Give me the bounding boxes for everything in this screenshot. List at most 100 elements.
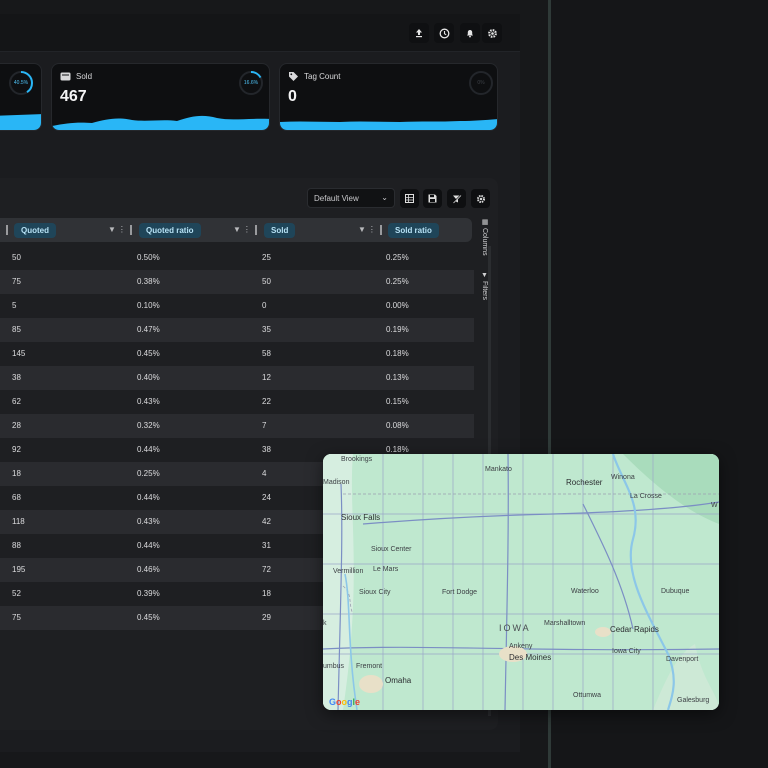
- table-cell: 0.45%: [137, 349, 160, 358]
- table-cell: 0.39%: [137, 589, 160, 598]
- table-cell: 118: [12, 517, 25, 526]
- table-cell: 92: [12, 445, 21, 454]
- table-cell: 0.44%: [137, 541, 160, 550]
- map-popup[interactable]: Brookings Mankato Madison Rochester Wino…: [323, 454, 719, 710]
- table-row[interactable]: 50 0.50% 25 0.25%: [0, 246, 474, 270]
- columns-tab-label: Columns: [481, 227, 488, 256]
- column-menu-icon[interactable]: ▼⋮: [108, 225, 128, 234]
- table-cell: 0.43%: [137, 397, 160, 406]
- table-row[interactable]: 38 0.40% 12 0.13%: [0, 366, 474, 390]
- top-bar: [0, 14, 520, 52]
- column-menu-icon[interactable]: ▼⋮: [358, 225, 378, 234]
- filters-tab-label: Filters: [481, 280, 488, 301]
- column-resizer: [6, 225, 8, 235]
- table-cell: 25: [262, 253, 271, 262]
- sparkline: [52, 115, 269, 130]
- sparkline: [280, 119, 497, 130]
- map-label: Ankeny: [509, 643, 533, 650]
- table-cell: 0: [262, 301, 267, 310]
- table-cell: 4: [262, 469, 267, 478]
- card-value: 0: [288, 88, 297, 105]
- filters-tab[interactable]: ▼ Filters: [476, 272, 488, 300]
- ring-percentage: 0%: [477, 80, 485, 86]
- stat-card-tag-count: Tag Count 0 0%: [279, 63, 498, 131]
- column-header-quoted-ratio[interactable]: Quoted ratio: [139, 223, 201, 238]
- map-label: Sioux Falls: [341, 513, 381, 522]
- map-label: Des Moines: [509, 653, 552, 662]
- settings-gear-icon[interactable]: [471, 189, 490, 208]
- table-cell: 85: [12, 325, 21, 334]
- column-header-quoted[interactable]: Quoted: [14, 223, 56, 238]
- table-header: Quoted ▼⋮ Quoted ratio ▼⋮ Sold ▼⋮ Sold r…: [0, 218, 472, 242]
- table-cell: 18: [12, 469, 21, 478]
- clock-icon[interactable]: [434, 23, 454, 43]
- save-icon[interactable]: [423, 189, 442, 208]
- map-label: k: [323, 620, 327, 627]
- column-menu-icon[interactable]: ▼⋮: [233, 225, 253, 234]
- columns-icon: ▦: [481, 218, 488, 228]
- map-label: umbus: [323, 663, 345, 670]
- columns-tab[interactable]: ▦ Columns: [476, 218, 488, 256]
- table-cell: 18: [262, 589, 271, 598]
- stat-card-sold: Sold 467 16.6%: [51, 63, 270, 131]
- table-cell: 0.44%: [137, 493, 160, 502]
- table-cell: 38: [12, 373, 21, 382]
- map-label: Rochester: [566, 478, 603, 487]
- map-label: Ottumwa: [573, 692, 602, 699]
- upload-icon[interactable]: [409, 23, 429, 43]
- map-label: Sioux City: [359, 589, 391, 596]
- map-label: Winona: [611, 474, 635, 481]
- stat-card-partial: 40.5%: [0, 63, 42, 131]
- map-label: Madison: [323, 479, 350, 486]
- table-row[interactable]: 62 0.43% 22 0.15%: [0, 390, 474, 414]
- table-cell: 42: [262, 517, 271, 526]
- table-row[interactable]: 28 0.32% 7 0.08%: [0, 414, 474, 438]
- table-cell: 28: [12, 421, 21, 430]
- table-row[interactable]: 5 0.10% 0 0.00%: [0, 294, 474, 318]
- table-cell: 0.15%: [386, 397, 409, 406]
- bell-icon[interactable]: [460, 23, 480, 43]
- map-label: Mankato: [485, 466, 512, 473]
- table-row[interactable]: 75 0.38% 50 0.25%: [0, 270, 474, 294]
- table-cell: 0.19%: [386, 325, 409, 334]
- card-label: Tag Count: [304, 72, 341, 81]
- table-cell: 12: [262, 373, 271, 382]
- map-label: Fort Dodge: [442, 589, 478, 596]
- clear-filter-icon[interactable]: [447, 189, 466, 208]
- table-cell: 7: [262, 421, 267, 430]
- table-cell: 0.00%: [386, 301, 409, 310]
- table-cell: 68: [12, 493, 21, 502]
- table-row[interactable]: 145 0.45% 58 0.18%: [0, 342, 474, 366]
- table-cell: 0.13%: [386, 373, 409, 382]
- column-header-sold-ratio[interactable]: Sold ratio: [388, 223, 439, 238]
- map-label: Brookings: [341, 456, 373, 463]
- map-label: Vermillion: [333, 568, 364, 575]
- table-cell: 58: [262, 349, 271, 358]
- table-cell: 52: [12, 589, 21, 598]
- map-label: Iowa City: [612, 648, 641, 655]
- table-cell: 0.44%: [137, 445, 160, 454]
- map-label: Dubuque: [661, 588, 690, 595]
- gear-icon[interactable]: [482, 23, 502, 43]
- table-cell: 24: [262, 493, 271, 502]
- table-cell: 195: [12, 565, 26, 574]
- map-label: Fremont: [356, 663, 383, 670]
- table-row[interactable]: 85 0.47% 35 0.19%: [0, 318, 474, 342]
- view-select[interactable]: Default View ⌄: [307, 188, 395, 208]
- column-header-sold[interactable]: Sold: [264, 223, 296, 238]
- table-cell: 0.43%: [137, 517, 160, 526]
- table-cell: 29: [262, 613, 271, 622]
- map-label: IOWA: [499, 623, 531, 633]
- table-cell: 0.25%: [137, 469, 160, 478]
- card-value: 467: [60, 88, 87, 105]
- table-cell: 50: [12, 253, 21, 262]
- column-resizer: [380, 225, 382, 235]
- map-label: Waterloo: [571, 588, 599, 595]
- table-cell: 0.40%: [137, 373, 160, 382]
- map-label: Marshalltown: [544, 620, 586, 627]
- google-logo: Google: [329, 697, 361, 707]
- table-cell: 0.46%: [137, 565, 160, 574]
- table-cell: 0.47%: [137, 325, 160, 334]
- table-icon[interactable]: [400, 189, 419, 208]
- tag-icon: [289, 72, 298, 81]
